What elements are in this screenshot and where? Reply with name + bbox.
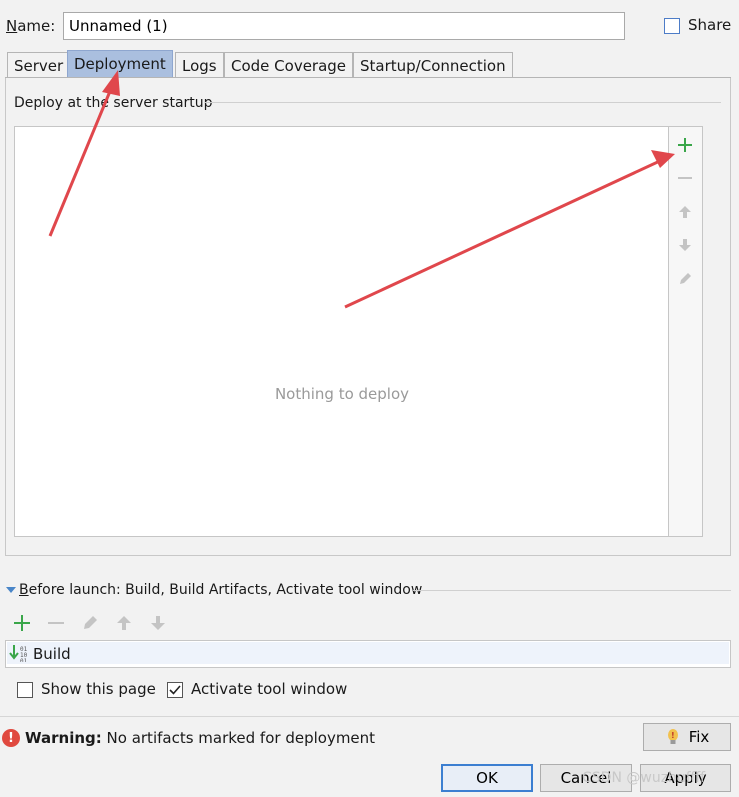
- tab-logs-label: Logs: [182, 57, 217, 75]
- edit-icon[interactable]: [675, 269, 695, 289]
- share-label: Share: [688, 16, 732, 34]
- svg-text:01: 01: [20, 658, 28, 662]
- deployment-list[interactable]: Nothing to deploy: [14, 126, 668, 537]
- deploy-group-rule: [205, 102, 721, 103]
- tab-deployment[interactable]: Deployment: [67, 50, 173, 78]
- move-up-icon[interactable]: [675, 202, 695, 222]
- tab-deployment-label: Deployment: [74, 55, 166, 73]
- tab-logs[interactable]: Logs: [175, 52, 224, 78]
- remove-icon[interactable]: [675, 168, 695, 188]
- share-checkbox[interactable]: [664, 18, 680, 34]
- move-task-up-icon[interactable]: [113, 612, 135, 634]
- move-task-down-icon[interactable]: [147, 612, 169, 634]
- show-page-label: Show this page: [41, 680, 156, 698]
- before-launch-title-rest: efore launch: Build, Build Artifacts, Ac…: [28, 582, 423, 598]
- name-input[interactable]: [63, 12, 625, 40]
- deployment-toolbar: [668, 126, 703, 537]
- tab-code-coverage[interactable]: Code Coverage: [224, 52, 354, 78]
- ok-label: OK: [476, 769, 498, 787]
- move-down-icon[interactable]: [675, 235, 695, 255]
- fix-button[interactable]: ! Fix: [643, 723, 731, 751]
- activate-window-checkbox[interactable]: [167, 682, 183, 698]
- before-launch-mnemonic: B: [19, 582, 29, 598]
- show-page-checkbox[interactable]: [17, 682, 33, 698]
- add-task-icon[interactable]: [11, 612, 33, 634]
- bulb-icon: !: [667, 729, 678, 744]
- before-launch-task-list[interactable]: 01 10 01 Build: [5, 640, 731, 668]
- footer-separator: [0, 716, 739, 717]
- name-mnemonic: N: [6, 17, 18, 35]
- task-label: Build: [33, 645, 71, 663]
- warning-icon: !: [2, 729, 20, 747]
- warning-message: Warning: No artifacts marked for deploym…: [25, 729, 375, 747]
- name-label: Name:: [6, 17, 55, 35]
- before-launch-rule: [413, 590, 731, 591]
- remove-task-icon[interactable]: [45, 612, 67, 634]
- ok-button[interactable]: OK: [441, 764, 533, 792]
- build-icon: 01 10 01: [9, 644, 29, 666]
- tab-startup-connection[interactable]: Startup/Connection: [353, 52, 513, 78]
- tab-code-coverage-label: Code Coverage: [231, 57, 347, 75]
- before-launch-title[interactable]: Before launch: Build, Build Artifacts, A…: [19, 582, 422, 598]
- warning-text: No artifacts marked for deployment: [101, 729, 376, 747]
- task-row[interactable]: 01 10 01 Build: [7, 642, 729, 666]
- tab-server[interactable]: Server: [7, 52, 71, 78]
- add-icon[interactable]: [675, 135, 695, 155]
- checkmark-icon: [169, 685, 181, 695]
- collapse-triangle-icon[interactable]: [6, 587, 16, 593]
- tab-startup-connection-label: Startup/Connection: [360, 57, 506, 75]
- warning-bold: Warning:: [25, 729, 102, 747]
- tab-server-label: Server: [14, 57, 64, 75]
- activate-window-label: Activate tool window: [191, 680, 348, 698]
- svg-text:!: !: [671, 731, 675, 740]
- watermark: CSDN @wuzhuffff: [582, 770, 706, 786]
- name-label-rest: ame:: [17, 17, 56, 35]
- fix-label: Fix: [688, 728, 710, 746]
- empty-list-text: Nothing to deploy: [274, 385, 410, 403]
- edit-task-icon[interactable]: [79, 612, 101, 634]
- deploy-group-title: Deploy at the server startup: [14, 95, 213, 111]
